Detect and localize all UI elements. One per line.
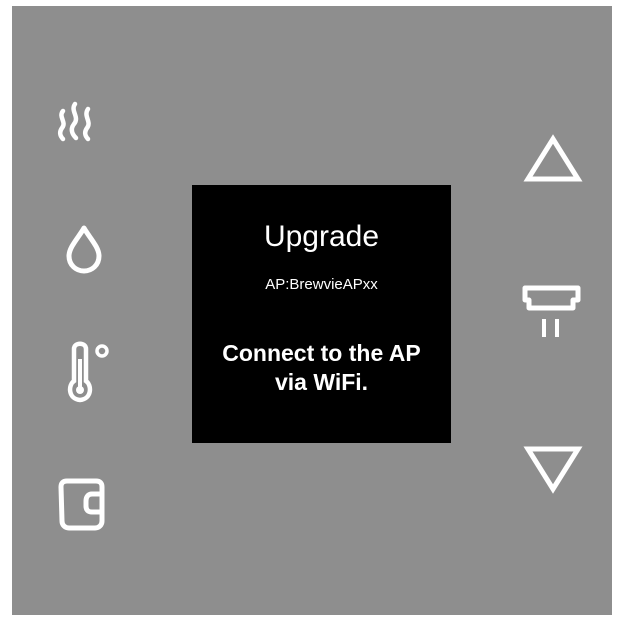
water-drop-icon[interactable] <box>64 223 104 275</box>
connection-message: Connect to the AP via WiFi. <box>192 339 451 397</box>
message-line-2: via WiFi. <box>274 369 369 395</box>
up-arrow-icon[interactable] <box>523 134 583 184</box>
down-arrow-icon[interactable] <box>523 444 583 494</box>
message-line-1: Connect to the AP <box>222 340 421 366</box>
brew-head-icon[interactable] <box>521 279 585 343</box>
steam-icon[interactable] <box>54 98 98 144</box>
cup-icon[interactable] <box>54 477 108 533</box>
display-screen: Upgrade AP:BrewvieAPxx Connect to the AP… <box>192 185 451 443</box>
ap-name-label: AP:BrewvieAPxx <box>265 276 378 293</box>
screen-title: Upgrade <box>263 220 380 253</box>
thermometer-icon[interactable] <box>64 337 114 407</box>
